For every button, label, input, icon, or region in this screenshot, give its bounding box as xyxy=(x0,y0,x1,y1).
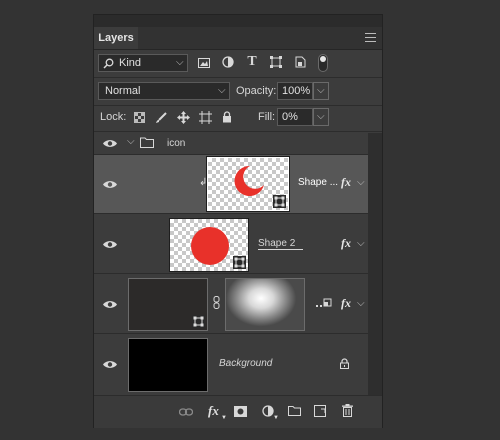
fill-input[interactable]: 0% xyxy=(277,108,313,126)
fx-icon[interactable]: fx xyxy=(341,296,351,311)
chevron-down-icon: ⌵ xyxy=(176,57,184,68)
smart-object-filter-icon[interactable] xyxy=(292,56,308,72)
layer-row-background[interactable]: Background xyxy=(94,333,368,395)
effects-expand-chevron-icon[interactable]: ⌵ xyxy=(357,177,365,188)
group-expand-chevron-icon[interactable]: ⌵ xyxy=(127,136,135,147)
adjustment-filter-icon[interactable] xyxy=(220,56,236,72)
fill-label: Fill: xyxy=(258,111,276,123)
layer-row-group[interactable]: ⌵ icon xyxy=(94,132,368,154)
link-icon[interactable] xyxy=(179,408,193,416)
circle-shape xyxy=(191,227,229,265)
filter-toggle[interactable] xyxy=(318,54,328,72)
fill-dropdown-button[interactable]: ⌵ xyxy=(313,108,329,126)
fill-value: 0% xyxy=(282,111,298,123)
search-icon xyxy=(103,58,114,69)
fx-icon[interactable]: fx xyxy=(341,236,351,251)
layer-mask-thumbnail[interactable] xyxy=(225,278,305,331)
panel-footer: fx ▼ ▼ xyxy=(94,395,382,428)
lock-pixels-icon[interactable] xyxy=(155,112,167,124)
blend-mode-select[interactable]: Normal ⌵ xyxy=(98,82,230,100)
vector-mask-badge-icon xyxy=(233,256,246,269)
lock-artboard-icon[interactable] xyxy=(199,111,212,124)
layer-name[interactable]: Shape ... xyxy=(298,177,338,188)
layer-name[interactable]: Background xyxy=(219,358,272,369)
pixel-filter-icon[interactable] xyxy=(196,56,212,72)
panel-menu-icon[interactable] xyxy=(365,33,376,42)
layer-row-shape-2[interactable]: Shape 2 fx ⌵ xyxy=(94,213,368,273)
vector-mask-badge-icon xyxy=(192,315,205,328)
layer-thumbnail[interactable] xyxy=(128,278,208,331)
fx-menu-indicator-icon: ▼ xyxy=(221,415,227,421)
lock-icon xyxy=(340,358,349,369)
layers-panel: Layers Kind ⌵ T Normal ⌵ Opacity: 100% ⌵ xyxy=(93,14,383,428)
layer-name[interactable]: icon xyxy=(167,138,185,149)
mask-icon[interactable] xyxy=(234,406,247,417)
lock-position-icon[interactable] xyxy=(177,111,190,124)
lock-label: Lock: xyxy=(100,111,127,123)
visibility-eye-icon[interactable] xyxy=(103,240,117,249)
adjustment-menu-indicator-icon: ▼ xyxy=(273,415,279,421)
kind-value: Kind xyxy=(119,57,142,69)
effects-expand-chevron-icon[interactable]: ⌵ xyxy=(357,238,365,249)
chevron-down-icon: ⌵ xyxy=(317,111,325,122)
layer-thumbnail[interactable] xyxy=(169,218,249,272)
crescent-shape xyxy=(234,165,264,196)
panel-tab-row: Layers xyxy=(94,27,382,50)
chevron-down-icon: ⌵ xyxy=(317,85,325,96)
folder-icon xyxy=(140,137,154,148)
mask-link-icon[interactable] xyxy=(213,296,220,309)
opacity-dropdown-button[interactable]: ⌵ xyxy=(313,82,329,100)
effects-expand-chevron-icon[interactable]: ⌵ xyxy=(357,298,365,309)
visibility-eye-icon[interactable] xyxy=(103,139,117,148)
layer-row-shape-1[interactable]: ↲ Shape ... fx ⌵ xyxy=(94,154,368,213)
visibility-eye-icon[interactable] xyxy=(103,360,117,369)
opacity-label: Opacity: xyxy=(236,85,277,97)
fx-icon[interactable]: fx xyxy=(208,403,219,419)
visibility-eye-icon[interactable] xyxy=(103,180,117,189)
blend-mode-value: Normal xyxy=(105,85,141,97)
layer-thumbnail[interactable] xyxy=(206,156,290,212)
tab-layers[interactable]: Layers xyxy=(94,27,138,49)
shape-filter-icon[interactable] xyxy=(268,56,284,72)
kind-filter-select[interactable]: Kind ⌵ xyxy=(98,54,188,72)
layer-row-masked[interactable]: fx ⌵ xyxy=(94,273,368,333)
fx-icon[interactable]: fx xyxy=(341,175,351,190)
type-filter-icon[interactable]: T xyxy=(244,54,260,70)
smart-filter-icon xyxy=(316,298,332,307)
new-layer-icon[interactable] xyxy=(314,405,326,417)
opacity-value: 100% xyxy=(282,85,311,97)
vector-mask-badge-icon xyxy=(273,195,286,208)
layer-thumbnail[interactable] xyxy=(128,338,208,392)
panel-titlebar xyxy=(94,15,382,27)
folder-icon[interactable] xyxy=(288,406,301,416)
layers-scrollbar[interactable] xyxy=(368,133,382,395)
visibility-eye-icon[interactable] xyxy=(103,300,117,309)
layer-name[interactable]: Shape 2 xyxy=(258,238,304,250)
trash-icon[interactable] xyxy=(342,404,353,417)
lock-transparency-icon[interactable] xyxy=(134,112,145,123)
chevron-down-icon: ⌵ xyxy=(218,85,226,96)
opacity-input[interactable]: 100% xyxy=(277,82,313,100)
lock-all-icon[interactable] xyxy=(222,111,232,123)
